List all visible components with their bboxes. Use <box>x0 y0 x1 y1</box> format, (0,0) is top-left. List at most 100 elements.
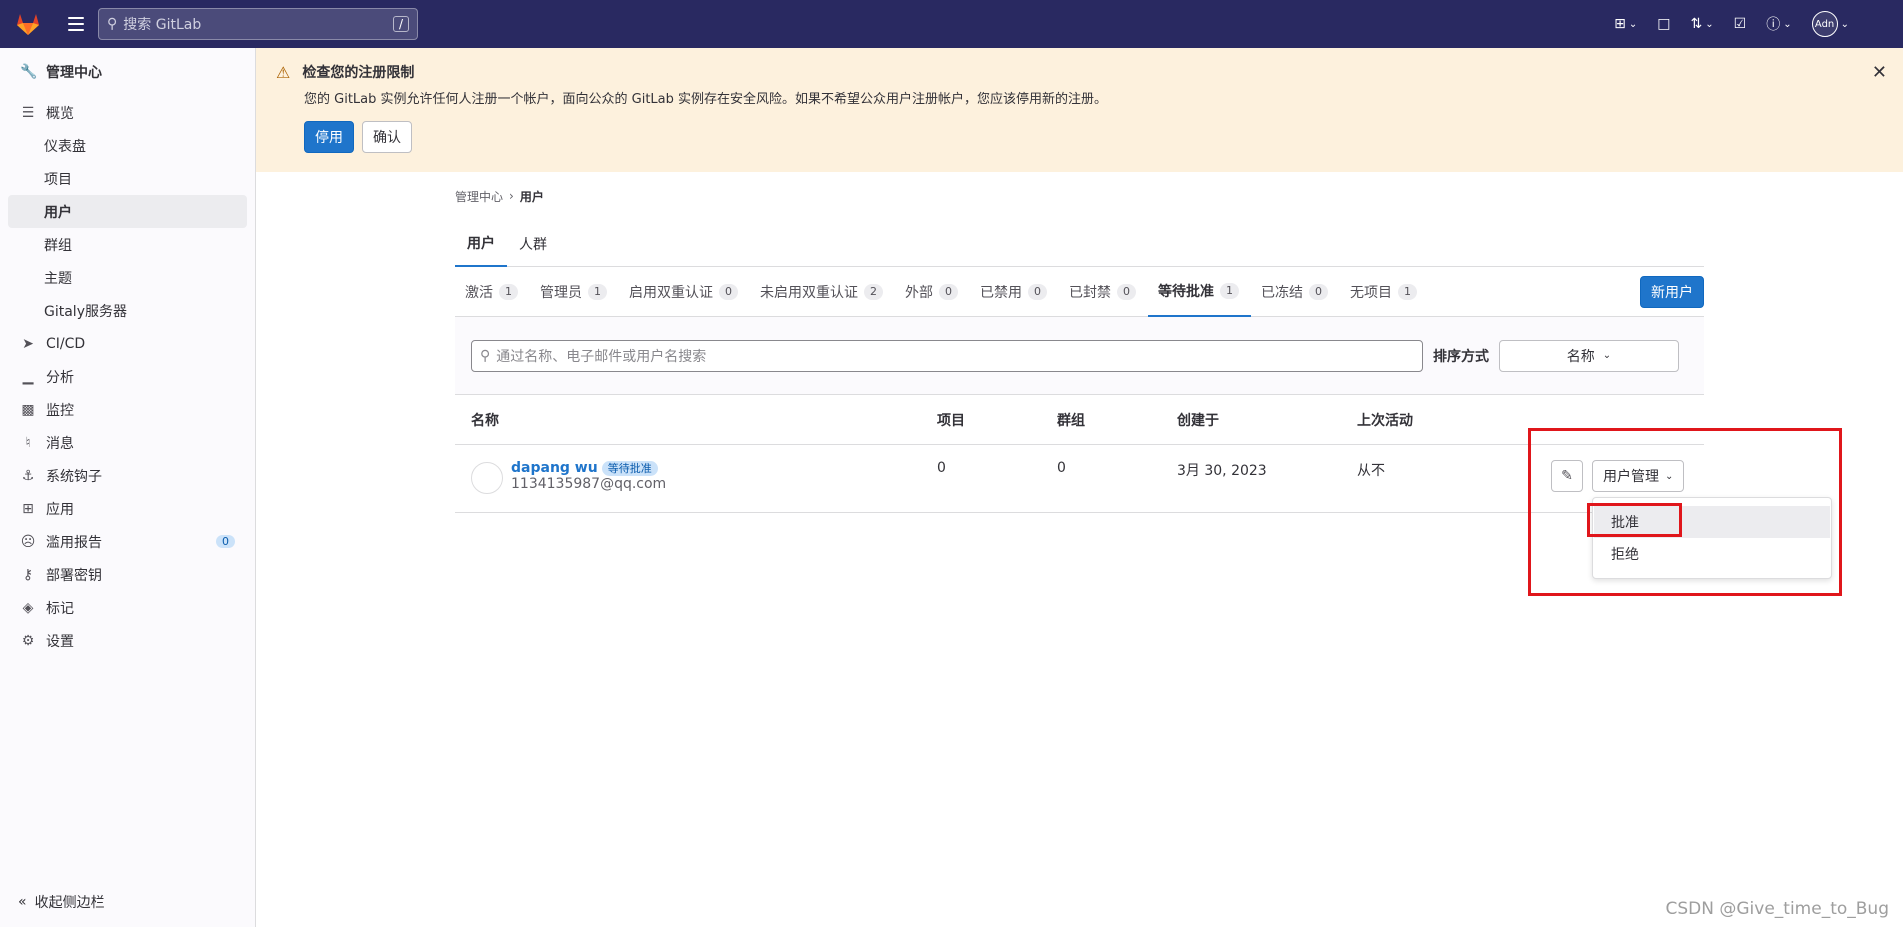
bullhorn-icon: ♮ <box>25 434 31 451</box>
tab-label: 启用双重认证 <box>629 284 713 301</box>
chevron-down-icon: ⌄ <box>1705 18 1714 30</box>
sidebar-item-dashboard[interactable]: 仪表盘 <box>8 129 247 162</box>
new-user-button[interactable]: 新用户 <box>1640 276 1704 308</box>
sidebar-item-settings[interactable]: ⚙ 设置 <box>0 624 255 657</box>
sidebar-item-topics[interactable]: 主题 <box>8 261 247 294</box>
sidebar-item-abuse-reports[interactable]: ☹ 滥用报告 0 <box>0 525 255 558</box>
column-header-projects: 项目 <box>937 412 965 429</box>
sidebar-item-analytics[interactable]: ▁ 分析 <box>0 360 255 393</box>
sidebar-item-users[interactable]: 用户 <box>8 195 247 228</box>
users-tabs: 用户 人群 <box>455 220 1704 267</box>
approve-menu-item[interactable]: 批准 <box>1594 506 1830 538</box>
sidebar-header[interactable]: 🔧 管理中心 <box>0 48 255 96</box>
menu-icon[interactable] <box>56 0 96 48</box>
tab-2fa-enabled[interactable]: 启用双重认证 0 <box>619 267 750 317</box>
sidebar-item-projects[interactable]: 项目 <box>8 162 247 195</box>
sidebar-item-system-hooks[interactable]: ⚓ 系统钩子 <box>0 459 255 492</box>
plus-square-icon: ⊞ <box>1614 16 1626 32</box>
chart-icon: ▁ <box>22 368 34 385</box>
issues-icon: □ <box>1657 16 1671 32</box>
sidebar-item-label: 滥用报告 <box>46 534 102 551</box>
breadcrumb-admin-link[interactable]: 管理中心 <box>455 188 503 205</box>
sidebar-item-groups[interactable]: 群组 <box>8 228 247 261</box>
reject-menu-item[interactable]: 拒绝 <box>1594 538 1830 570</box>
sidebar-item-applications[interactable]: ⊞ 应用 <box>0 492 255 525</box>
sidebar-item-messages[interactable]: ♮ 消息 <box>0 426 255 459</box>
tab-active[interactable]: 激活 1 <box>455 267 530 317</box>
user-management-dropdown[interactable]: 用户管理 ⌄ <box>1592 460 1685 492</box>
user-search-input[interactable]: ⚲ 通过名称、电子邮件或用户名搜索 <box>471 339 1423 372</box>
todos-button[interactable]: ☑ <box>1728 8 1753 40</box>
count-badge: 0 <box>719 283 738 300</box>
disable-registration-button[interactable]: 停用 <box>304 121 354 153</box>
collapse-label: 收起侧边栏 <box>34 895 105 911</box>
tab-external[interactable]: 外部 0 <box>895 267 970 317</box>
sidebar-item-label: 概览 <box>46 105 74 122</box>
pencil-square-icon: ✎ <box>1561 468 1573 484</box>
collapse-sidebar-button[interactable]: « 收起侧边栏 <box>0 887 105 917</box>
count-badge: 0 <box>216 535 235 548</box>
tab-admins[interactable]: 管理员 1 <box>530 267 619 317</box>
user-menu-button[interactable]: Adn ⌄ <box>1806 8 1855 40</box>
registration-warning-alert: ⚠ 检查您的注册限制 您的 GitLab 实例允许任何人注册一个帐户，面向公众的… <box>256 48 1903 172</box>
sidebar-item-label: 系统钩子 <box>46 468 102 485</box>
sidebar-item-overview[interactable]: ☰ 概览 <box>0 96 255 129</box>
sidebar-item-gitaly-servers[interactable]: Gitaly服务器 <box>8 294 247 327</box>
avatar: Adn <box>1811 11 1838 37</box>
tab-label: 已禁用 <box>980 284 1022 301</box>
user-management-label: 用户管理 <box>1603 469 1659 485</box>
key-icon: ⚷ <box>22 566 34 583</box>
sidebar-item-deploy-keys[interactable]: ⚷ 部署密钥 <box>0 558 255 591</box>
alert-title: 检查您的注册限制 <box>302 65 415 81</box>
tab-label: 已冻结 <box>1261 284 1303 301</box>
warning-icon: ⚠ <box>276 62 291 82</box>
user-projects-count: 0 <box>937 460 946 476</box>
tab-label: 激活 <box>465 284 493 301</box>
sidebar-item-label: 部署密钥 <box>46 567 102 584</box>
top-navbar: ⚲ 搜索 GitLab / ⊞ ⌄ □ ⇅ ⌄ ☑ ⓘ ⌄ Adn ⌄ <box>0 0 1903 48</box>
close-icon[interactable]: ✕ <box>1872 62 1887 83</box>
chevron-down-icon: ⌄ <box>1783 18 1792 30</box>
create-new-button[interactable]: ⊞ ⌄ <box>1608 8 1643 40</box>
chevron-down-icon: ⌄ <box>1628 18 1638 30</box>
tab-2fa-disabled[interactable]: 未启用双重认证 2 <box>750 267 895 317</box>
tab-pending-approval[interactable]: 等待批准 1 <box>1148 267 1251 317</box>
tab-users[interactable]: 用户 <box>455 220 507 267</box>
sort-label: 排序方式 <box>1433 348 1489 365</box>
column-header-last-activity: 上次活动 <box>1357 412 1413 429</box>
sidebar-item-label: 应用 <box>46 501 74 518</box>
sidebar-item-labels[interactable]: ◈ 标记 <box>0 591 255 624</box>
breadcrumb-current: 用户 <box>519 189 544 204</box>
tab-without-projects[interactable]: 无项目 1 <box>1340 267 1429 317</box>
frown-face-icon: ☹ <box>20 533 36 550</box>
wrench-icon: 🔧 <box>20 64 38 80</box>
user-management-menu: 批准 拒绝 <box>1592 497 1832 579</box>
merge-requests-button[interactable]: ⇅ ⌄ <box>1685 8 1720 40</box>
label-tag-icon: ◈ <box>22 599 34 616</box>
user-last-activity: 从不 <box>1357 463 1385 479</box>
apps-grid-icon: ⊞ <box>22 500 34 517</box>
search-shortcut-key: / <box>392 16 409 32</box>
user-name-link[interactable]: dapang wu <box>511 460 598 476</box>
sort-dropdown[interactable]: 名称 ⌄ <box>1499 339 1679 372</box>
help-button[interactable]: ⓘ ⌄ <box>1760 8 1797 40</box>
sidebar: 🔧 管理中心 ☰ 概览 仪表盘 项目 用户 群组 主题 Gitaly服务器 ➤ … <box>0 48 256 927</box>
tab-label: 无项目 <box>1350 284 1392 301</box>
tab-deactivated[interactable]: 已冻结 0 <box>1251 267 1340 317</box>
issues-button[interactable]: □ <box>1651 8 1676 40</box>
search-icon: ⚲ <box>480 347 491 364</box>
filter-bar: ⚲ 通过名称、电子邮件或用户名搜索 排序方式 名称 ⌄ <box>455 317 1704 395</box>
sidebar-item-label: CI/CD <box>46 335 86 352</box>
sidebar-item-cicd[interactable]: ➤ CI/CD <box>0 327 255 360</box>
tab-blocked[interactable]: 已禁用 0 <box>970 267 1059 317</box>
edit-user-button[interactable]: ✎ <box>1551 460 1583 492</box>
avatar[interactable] <box>471 462 503 494</box>
gitlab-logo-icon[interactable] <box>0 0 56 48</box>
tab-cohorts[interactable]: 人群 <box>507 220 559 267</box>
sidebar-item-monitoring[interactable]: ▩ 监控 <box>0 393 255 426</box>
confirm-button[interactable]: 确认 <box>362 121 412 153</box>
tab-banned[interactable]: 已封禁 0 <box>1059 267 1148 317</box>
sort-value: 名称 <box>1566 348 1595 365</box>
search-input[interactable]: ⚲ 搜索 GitLab / <box>98 8 418 40</box>
count-badge: 0 <box>1117 283 1136 300</box>
